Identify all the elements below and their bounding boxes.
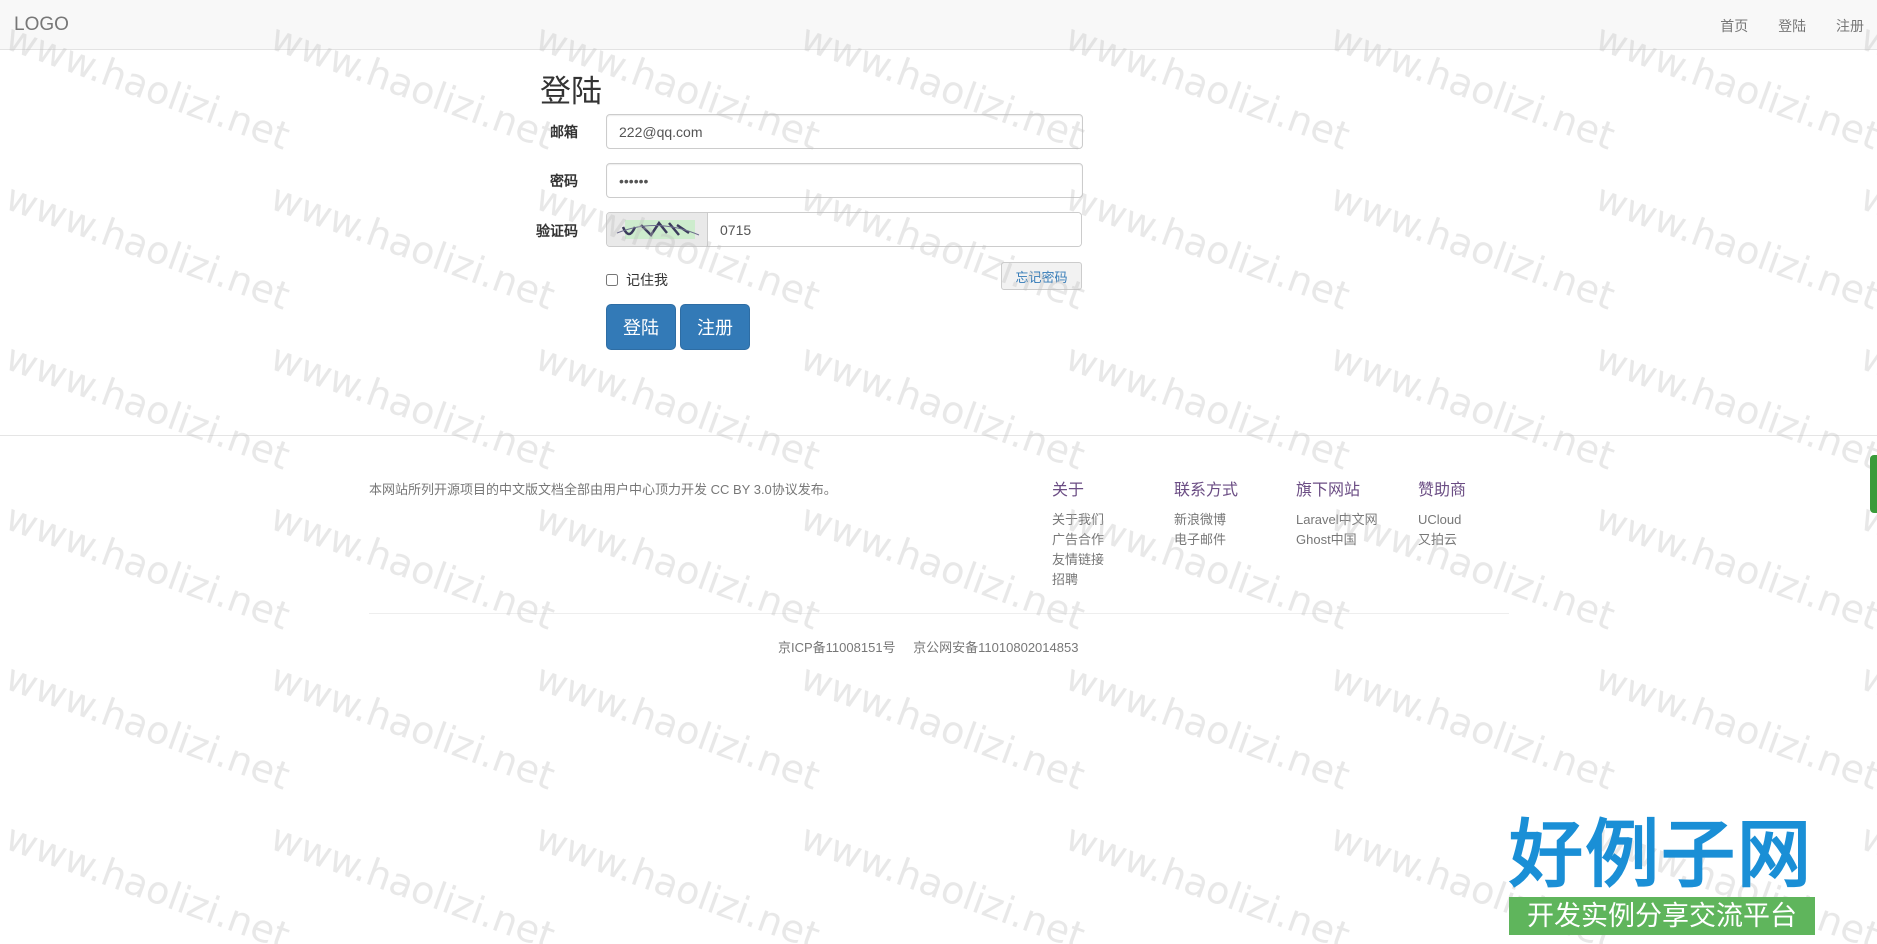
footer-column-contact: 联系方式 新浪微博 电子邮件 — [1174, 476, 1238, 550]
watermark-text: www.haolizi.net — [1324, 335, 1621, 479]
footer-link[interactable]: 广告合作 — [1052, 530, 1104, 550]
footer-link[interactable]: 又拍云 — [1418, 530, 1466, 550]
footer-link[interactable]: 招聘 — [1052, 570, 1104, 590]
watermark-text: www.haolizi.net — [0, 335, 296, 479]
watermark-text: www.haolizi.net — [529, 335, 826, 479]
footer-column-title: 联系方式 — [1174, 482, 1239, 499]
watermark-text: www.haolizi.net — [1324, 655, 1621, 799]
watermark-text: www.haolizi.net — [1059, 175, 1356, 319]
watermark-text: www.haolizi.net — [1324, 175, 1621, 319]
watermark-text: www.haolizi.net — [0, 815, 296, 944]
watermark-text: www.haolizi.net — [1059, 335, 1356, 479]
watermark-text: www.haolizi.net — [1059, 655, 1356, 799]
footer-column-sponsors: 赞助商 UCloud 又拍云 — [1418, 476, 1466, 550]
captcha-input[interactable] — [708, 213, 1081, 246]
watermark-text: www.haolizi.net — [0, 175, 296, 319]
page: LOGO 首页 登陆 注册 登陆 邮箱 密码 验证码 记住我 忘记密码 登陆 — [0, 0, 1877, 944]
watermark-text: www.haolizi.net — [794, 495, 1091, 639]
watermark-text: www.haolizi.net — [264, 495, 561, 639]
watermark-text: www.haolizi.net — [1589, 175, 1877, 319]
footer-link[interactable]: 关于我们 — [1052, 510, 1104, 530]
side-scroll-handle[interactable] — [1870, 455, 1877, 513]
password-label: 密码 — [550, 173, 578, 189]
footer-link[interactable]: 电子邮件 — [1174, 530, 1238, 550]
password-input[interactable] — [606, 163, 1083, 198]
watermark-text: www.haolizi.net — [1059, 815, 1356, 944]
nav-register-link[interactable]: 注册 — [1836, 18, 1864, 34]
login-button[interactable]: 登陆 — [606, 304, 676, 350]
watermark-text: www.haolizi.net — [0, 655, 296, 799]
watermark-text: www.haolizi.net — [1589, 495, 1877, 639]
footer-column-title: 关于 — [1052, 482, 1085, 499]
register-button[interactable]: 注册 — [680, 304, 750, 350]
watermark-text: www.haolizi.net — [794, 655, 1091, 799]
watermark-text: www.haolizi.net — [794, 815, 1091, 944]
navbar: LOGO 首页 登陆 注册 — [0, 0, 1877, 50]
footer-inner-divider — [369, 613, 1509, 614]
watermark-text: www.haolizi.net — [264, 175, 561, 319]
watermark-text: www.haolizi.net — [264, 655, 561, 799]
page-title: 登陆 — [540, 74, 602, 109]
email-label: 邮箱 — [550, 124, 578, 140]
footer-link[interactable]: Laravel中文网 — [1296, 510, 1378, 530]
watermark-text: www.haolizi.net — [1854, 815, 1877, 944]
footer-column-about: 关于 关于我们 广告合作 友情链接 招聘 — [1052, 476, 1104, 590]
footer-link[interactable]: 友情链接 — [1052, 550, 1104, 570]
nav-login-link[interactable]: 登陆 — [1778, 18, 1806, 34]
footer-link[interactable]: 新浪微博 — [1174, 510, 1238, 530]
nav-home-link[interactable]: 首页 — [1720, 18, 1748, 34]
email-input[interactable] — [606, 114, 1083, 149]
nav-links: 首页 登陆 注册 — [1694, 16, 1864, 36]
footer-column-title: 赞助商 — [1418, 482, 1467, 499]
footer-link[interactable]: Ghost中国 — [1296, 530, 1378, 550]
watermark-text: www.haolizi.net — [264, 815, 561, 944]
site-logo-tagline: 开发实例分享交流平台 — [1509, 897, 1815, 935]
watermark-text: www.haolizi.net — [0, 495, 296, 639]
footer-column-title: 旗下网站 — [1296, 482, 1361, 499]
watermark-text: www.haolizi.net — [1589, 655, 1877, 799]
footer-description: 本网站所列开源项目的中文版文档全部由用户中心顶力开发 CC BY 3.0协议发布… — [369, 482, 837, 497]
brand-logo-link[interactable]: LOGO — [14, 14, 69, 36]
captcha-image[interactable] — [607, 213, 708, 246]
watermark-text: www.haolizi.net — [529, 495, 826, 639]
remember-checkbox[interactable] — [606, 274, 618, 286]
captcha-label: 验证码 — [536, 223, 578, 239]
site-logo-watermark: 好例子网 开发实例分享交流平台 — [1509, 815, 1815, 935]
forgot-password-button[interactable]: 忘记密码 — [1001, 262, 1082, 290]
watermark-text: www.haolizi.net — [264, 335, 561, 479]
footer-legal: 京ICP备11008151号 京公网安备11010802014853 — [778, 637, 1092, 656]
watermark-text: www.haolizi.net — [529, 655, 826, 799]
footer-link[interactable]: UCloud — [1418, 510, 1466, 530]
site-logo-main: 好例子网 — [1509, 812, 1813, 898]
watermark-text: www.haolizi.net — [529, 815, 826, 944]
watermark-text: www.haolizi.net — [1854, 495, 1877, 639]
police-record-link[interactable]: 京公网安备11010802014853 — [913, 640, 1078, 655]
icp-link[interactable]: 京ICP备11008151号 — [778, 640, 896, 655]
watermark-text: www.haolizi.net — [1589, 335, 1877, 479]
footer-column-sites: 旗下网站 Laravel中文网 Ghost中国 — [1296, 476, 1378, 550]
captcha-group — [606, 212, 1082, 247]
watermark-text: www.haolizi.net — [1854, 655, 1877, 799]
footer-divider — [0, 435, 1877, 436]
watermark-text: www.haolizi.net — [1854, 175, 1877, 319]
remember-me[interactable]: 记住我 — [606, 270, 668, 290]
remember-label: 记住我 — [626, 272, 668, 288]
watermark-text: www.haolizi.net — [794, 335, 1091, 479]
